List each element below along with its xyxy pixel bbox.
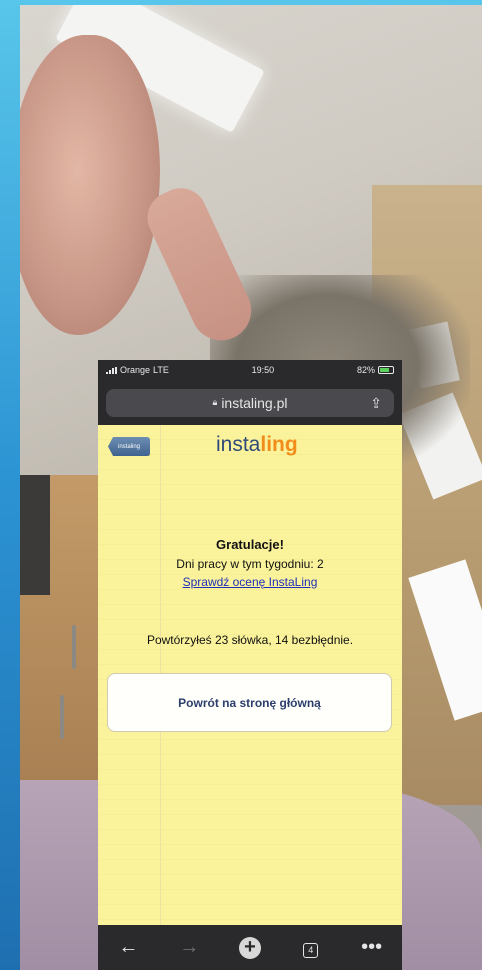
plus-icon: + [238, 936, 261, 959]
battery-percent: 82% [356, 365, 375, 375]
cabinet-handle [60, 695, 64, 739]
status-right: 82% [357, 365, 394, 375]
logo-part2: ling [260, 433, 298, 456]
logo: instaling [216, 433, 298, 457]
back-button[interactable]: instaling [108, 437, 150, 456]
back-arrow-icon[interactable]: ← [108, 936, 148, 959]
tab-count: 4 [308, 945, 314, 955]
cabinet-handle [72, 625, 76, 669]
home-button[interactable]: Powrót na stronę główną [107, 673, 392, 732]
page-content: instaling instaling Gratulacje! Dni prac… [98, 425, 402, 925]
url-field[interactable]: 🔒︎ instaling.pl ⇪ [106, 388, 394, 417]
work-days-text: Dni pracy w tym tygodniu: 2 [176, 557, 324, 571]
hand [20, 35, 160, 335]
clock: 19:50 [251, 365, 275, 375]
finger [139, 179, 261, 351]
url-text: instaling.pl [221, 394, 288, 411]
signal-icon [106, 366, 117, 374]
new-tab-button[interactable]: + [230, 936, 270, 959]
check-score-link[interactable]: Sprawdź ocenę InstaLing [98, 575, 402, 589]
forward-arrow-icon[interactable]: → [169, 936, 209, 959]
congrats-title: Gratulacje! [216, 537, 284, 552]
home-button-label: Powrót na stronę główną [178, 695, 321, 710]
tabs-button[interactable]: 4 [291, 936, 331, 959]
share-icon[interactable]: ⇪ [370, 395, 382, 412]
session-summary: Powtórzyłeś 23 słówka, 14 bezbłędnie. [146, 633, 354, 647]
network-type: LTE [153, 365, 169, 375]
status-bar: Orange LTE 19:50 82% [98, 360, 402, 380]
carrier-name: Orange [120, 365, 151, 375]
browser-toolbar: ← → + 4 ••• [98, 925, 402, 970]
phone-screen: Orange LTE 19:50 82% 🔒︎ instaling.pl ⇪ i… [98, 360, 402, 970]
back-button-label: instaling [117, 443, 140, 450]
tabs-icon: 4 [303, 942, 319, 958]
cabinet-shadow [20, 475, 50, 595]
logo-part1: insta [216, 433, 261, 456]
address-bar: 🔒︎ instaling.pl ⇪ [98, 380, 402, 425]
lock-icon: 🔒︎ [212, 397, 218, 407]
status-left: Orange LTE [106, 365, 169, 375]
more-icon[interactable]: ••• [352, 936, 392, 959]
battery-icon [377, 366, 394, 374]
